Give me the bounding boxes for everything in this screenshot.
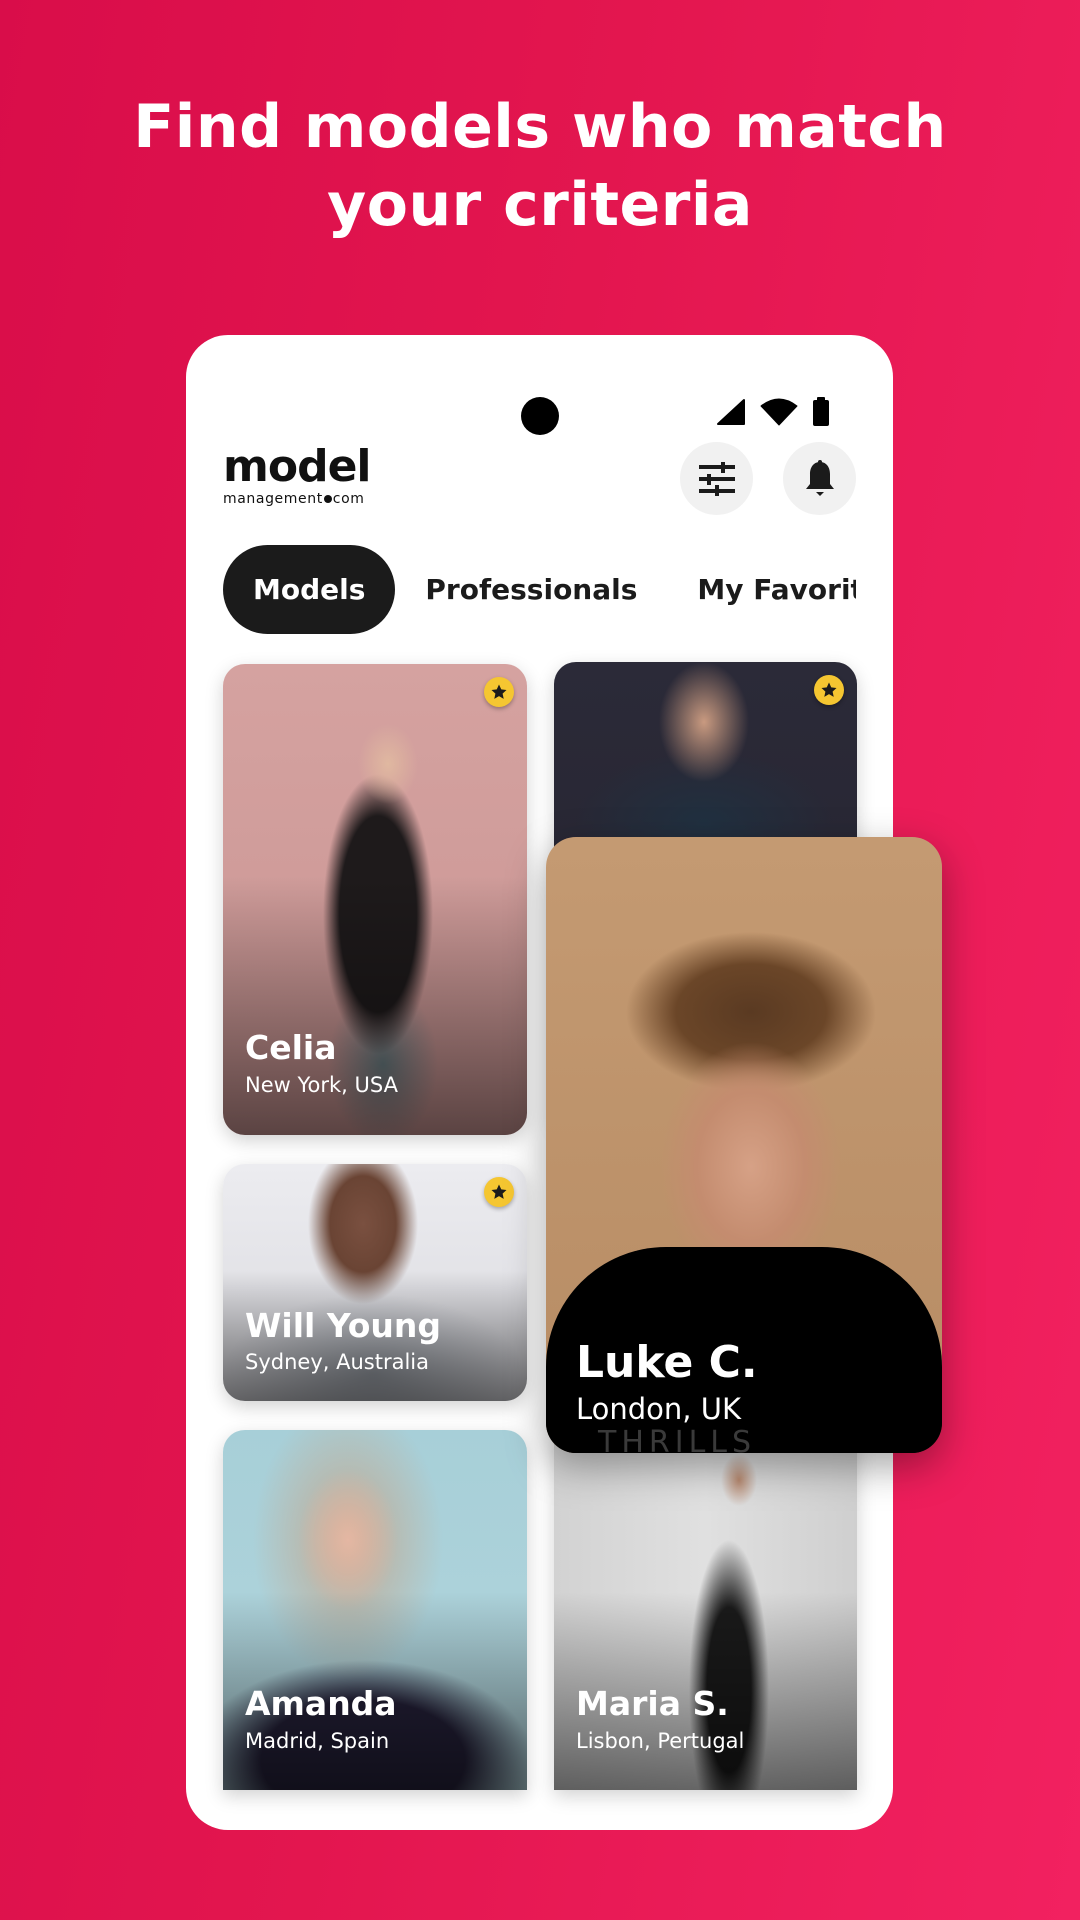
model-card[interactable]: Maria S. Lisbon, Pertugal xyxy=(554,1430,857,1790)
star-icon xyxy=(491,1184,507,1199)
filter-button[interactable] xyxy=(680,442,753,515)
tab-models[interactable]: Models xyxy=(223,544,396,634)
model-card[interactable]: Will Young Sydney, Australia xyxy=(223,1164,527,1401)
favorite-badge[interactable] xyxy=(814,675,844,705)
logo-sub-left: management xyxy=(223,491,323,507)
tab-professionals[interactable]: Professionals xyxy=(395,545,667,634)
logo-sub-right: com xyxy=(332,491,365,507)
logo-dot-icon xyxy=(323,495,332,503)
category-tabs: Models Professionals My Favorites xyxy=(223,544,856,634)
model-name: Will Young xyxy=(245,1306,441,1345)
favorite-badge[interactable] xyxy=(484,677,514,707)
logo-wordmark: model xyxy=(223,441,371,492)
headline-line-1: Find models who match xyxy=(133,92,947,162)
star-icon xyxy=(491,684,507,699)
status-bar xyxy=(716,397,830,427)
bell-icon xyxy=(805,459,834,496)
model-name: Amanda xyxy=(245,1684,397,1723)
wifi-icon xyxy=(760,398,798,426)
model-location: Madrid, Spain xyxy=(245,1729,390,1753)
signal-icon xyxy=(717,399,745,425)
favorite-badge[interactable] xyxy=(484,1177,514,1207)
model-name: Maria S. xyxy=(576,1684,729,1723)
headline-line-2: your criteria xyxy=(327,170,753,240)
model-card[interactable]: Amanda Madrid, Spain xyxy=(223,1430,527,1790)
logo-subtitle: management com xyxy=(223,491,371,507)
featured-model-card[interactable]: Luke C. London, UK THRILLS COMPANY xyxy=(546,837,942,1453)
shirt-print-text: THRILLS COMPANY xyxy=(598,1425,757,1453)
featured-model-location: London, UK xyxy=(576,1392,741,1426)
tab-my-favorites[interactable]: My Favorites xyxy=(667,545,856,634)
featured-model-name: Luke C. xyxy=(576,1337,758,1388)
front-camera-icon xyxy=(521,397,559,435)
model-location: Lisbon, Pertugal xyxy=(576,1729,745,1753)
model-location: Sydney, Australia xyxy=(245,1350,429,1374)
model-card[interactable]: Celia New York, USA xyxy=(223,664,527,1135)
headline: Find models who match your criteria xyxy=(0,88,1080,244)
filter-sliders-icon xyxy=(698,461,735,496)
star-icon xyxy=(821,682,837,697)
notifications-button[interactable] xyxy=(783,442,856,515)
app-logo: model management com xyxy=(223,441,371,508)
model-name: Celia xyxy=(245,1028,337,1067)
battery-icon xyxy=(813,397,829,426)
model-location: New York, USA xyxy=(245,1073,398,1097)
